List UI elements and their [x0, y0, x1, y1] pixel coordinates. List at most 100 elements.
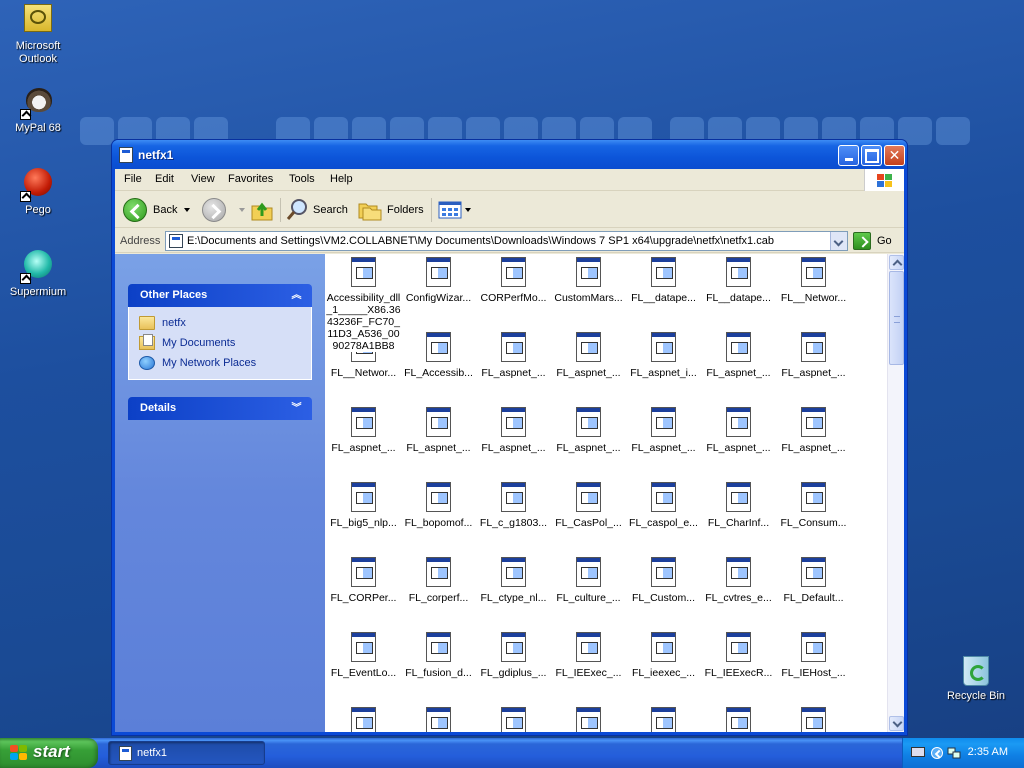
- scroll-up-button[interactable]: [889, 255, 904, 270]
- file-name: FL_aspnet_...: [706, 367, 771, 379]
- file-name: FL_aspnet_i...: [630, 367, 697, 379]
- file-icon: [426, 482, 451, 512]
- place-netfx[interactable]: netfx: [139, 313, 301, 333]
- address-dropdown-button[interactable]: [830, 232, 847, 250]
- file-icon: [801, 257, 826, 287]
- minimize-icon: [839, 146, 858, 165]
- file-icon: [576, 332, 601, 362]
- taskbar-button-netfx1[interactable]: netfx1: [108, 741, 265, 765]
- menu-edit[interactable]: Edit: [155, 173, 174, 185]
- start-label: start: [33, 742, 70, 761]
- details-header[interactable]: Details ︾: [128, 397, 312, 420]
- file-name: FL_Accessib...: [404, 367, 473, 379]
- file-name: FL_aspnet_...: [331, 442, 396, 454]
- clock: 2:35 AM: [967, 746, 1008, 758]
- go-label: Go: [877, 235, 892, 247]
- menu-favorites[interactable]: Favorites: [228, 173, 273, 185]
- address-value: E:\Documents and Settings\VM2.COLLABNET\…: [187, 235, 774, 247]
- folders-button[interactable]: Folders: [358, 198, 424, 222]
- outlook-icon: [22, 4, 54, 36]
- file-name: FL_aspnet_...: [781, 367, 846, 379]
- file-icon: [801, 407, 826, 437]
- menu-tools[interactable]: Tools: [289, 173, 315, 185]
- address-bar: Address E:\Documents and Settings\VM2.CO…: [115, 229, 904, 253]
- supermium-icon: [20, 250, 54, 284]
- file-name: FL_Custom...: [631, 592, 696, 604]
- forward-button[interactable]: [202, 198, 245, 222]
- place-my-network-places[interactable]: My Network Places: [139, 353, 301, 373]
- file-icon: [726, 332, 751, 362]
- file-name: FL__datape...: [706, 292, 771, 304]
- desktop-icon-recycle-bin[interactable]: Recycle Bin: [938, 656, 1014, 702]
- network-icon[interactable]: [947, 746, 961, 760]
- menu-help[interactable]: Help: [330, 173, 353, 185]
- details-panel: Details ︾: [128, 397, 312, 420]
- scroll-down-button[interactable]: [889, 716, 904, 731]
- recycle-bin-icon: [963, 656, 989, 686]
- windows-logo-icon: [864, 169, 904, 191]
- file-icon: [351, 482, 376, 512]
- window-titlebar[interactable]: netfx1 ✕: [112, 140, 907, 169]
- file-name: FL_IEExecR...: [704, 667, 773, 679]
- back-label: Back: [153, 204, 178, 216]
- file-name: FL_aspnet_...: [556, 442, 621, 454]
- pego-icon: [20, 168, 54, 202]
- file-icon: [501, 707, 526, 732]
- collapse-icon: ︽: [291, 290, 302, 301]
- show-hidden-icons-button[interactable]: [931, 747, 943, 759]
- back-button[interactable]: Back: [123, 198, 191, 222]
- file-icon: [726, 482, 751, 512]
- address-input[interactable]: E:\Documents and Settings\VM2.COLLABNET\…: [165, 231, 848, 251]
- scroll-thumb[interactable]: [889, 271, 904, 365]
- desktop-icon-pego[interactable]: Pego: [0, 168, 76, 217]
- place-my-documents[interactable]: My Documents: [139, 333, 301, 353]
- close-button[interactable]: ✕: [884, 145, 905, 166]
- menu-view[interactable]: View: [191, 173, 215, 185]
- keyboard-icon[interactable]: [911, 747, 925, 757]
- file-icon: [576, 257, 601, 287]
- close-icon: ✕: [888, 147, 901, 163]
- views-button[interactable]: [438, 198, 471, 222]
- desktop-icon-supermium[interactable]: Supermium: [0, 250, 76, 299]
- file-icon: [426, 332, 451, 362]
- file-icon: [726, 407, 751, 437]
- file-name: FL_CharInf...: [707, 517, 770, 529]
- file-name: FL__Networ...: [330, 367, 397, 379]
- desktop-icon-label: Microsoft Outlook: [15, 40, 61, 65]
- go-button[interactable]: Go: [853, 232, 892, 250]
- file-icon: [426, 632, 451, 662]
- vertical-scrollbar[interactable]: [887, 254, 904, 732]
- file-name: FL__Networ...: [780, 292, 847, 304]
- menu-file[interactable]: File: [124, 173, 142, 185]
- file-name: FL_c_g1803...: [479, 517, 548, 529]
- file-name: FL_CORPer...: [330, 592, 397, 604]
- up-folder-button[interactable]: [250, 198, 274, 222]
- search-button[interactable]: Search: [285, 198, 348, 222]
- window-title: netfx1: [138, 148, 174, 162]
- other-places-header[interactable]: Other Places ︽: [128, 284, 312, 307]
- toolbar-separator: [280, 198, 281, 222]
- desktop-icon-label: Supermium: [9, 286, 67, 298]
- file-name: FL_aspnet_...: [481, 367, 546, 379]
- cab-file-icon: [169, 234, 183, 248]
- maximize-button[interactable]: [861, 145, 882, 166]
- file-icon: [576, 632, 601, 662]
- desktop-icon-mypal[interactable]: MyPal 68: [0, 86, 76, 135]
- desktop-icon-label: MyPal 68: [15, 122, 61, 134]
- file-list-view[interactable]: Accessibility_dll_1_____X86.3643236F_FC7…: [325, 254, 887, 732]
- file-name: FL_aspnet_...: [706, 442, 771, 454]
- start-button[interactable]: start: [0, 738, 98, 768]
- file-icon: [801, 632, 826, 662]
- file-name: FL_fusion_d...: [405, 667, 472, 679]
- minimize-button[interactable]: [838, 145, 859, 166]
- file-icon: [651, 332, 676, 362]
- network-places-icon: [139, 356, 155, 370]
- system-tray: 2:35 AM: [902, 738, 1024, 768]
- desktop-icon-outlook[interactable]: Microsoft Outlook: [0, 4, 76, 66]
- file-name: Accessibility_dll_1_____X86.3643236F_FC7…: [326, 292, 401, 352]
- file-icon: [576, 557, 601, 587]
- file-name: FL_aspnet_...: [631, 442, 696, 454]
- window-body: File Edit View Favorites Tools Help Back: [115, 169, 904, 732]
- file-name: FL_ctype_nl...: [480, 592, 547, 604]
- file-name: FL_bopomof...: [404, 517, 473, 529]
